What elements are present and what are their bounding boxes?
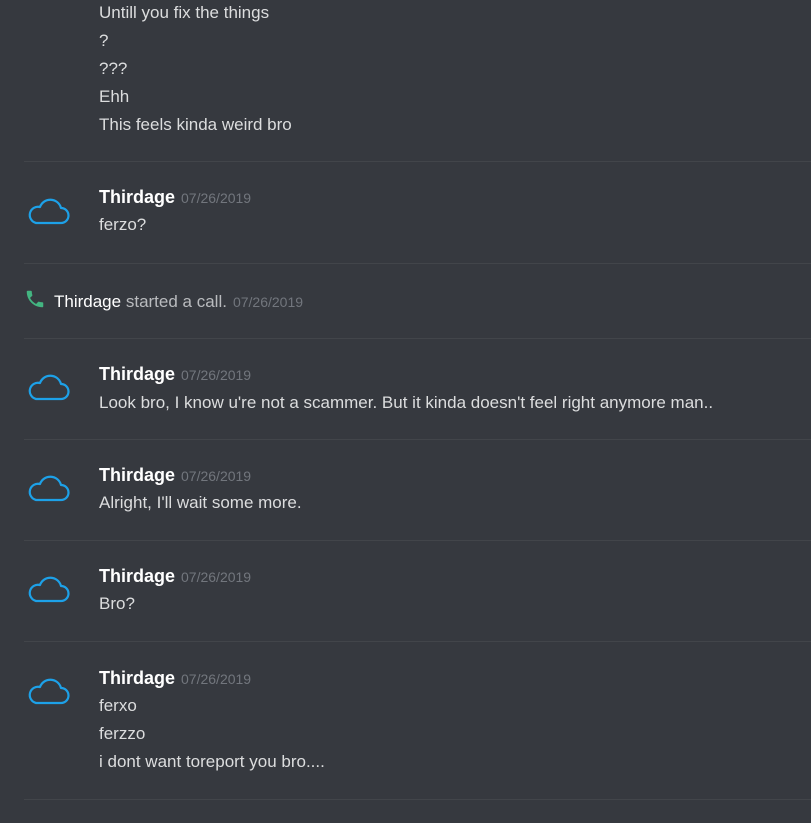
message-line: Untill you fix the things [99, 3, 270, 22]
call-event: Thirdage started a call. 07/26/2019 [24, 288, 303, 317]
message-line: ? [99, 31, 109, 50]
message-line: ferzzo [99, 724, 146, 743]
message-line: ferxo [99, 696, 137, 715]
timestamp: 07/26/2019 [181, 671, 252, 687]
author-name[interactable]: Thirdage [99, 668, 175, 688]
message-header: Thirdage 07/26/2019 [99, 363, 251, 385]
timestamp: 07/26/2019 [181, 190, 252, 206]
message-header: Thirdage 07/26/2019 [99, 464, 251, 486]
message-header: Thirdage 07/26/2019 [99, 667, 251, 689]
message-line: i dont want toreport you bro.... [99, 752, 325, 771]
author-name[interactable]: Thirdage [99, 465, 175, 485]
message-line: Alright, I'll wait some more. [99, 493, 302, 512]
message-line: ??? [99, 59, 128, 78]
cloud-icon[interactable] [27, 574, 71, 604]
cloud-icon[interactable] [27, 473, 71, 503]
timestamp: 07/26/2019 [181, 569, 252, 585]
timestamp: 07/26/2019 [181, 468, 252, 484]
message-line: Ehh [99, 87, 130, 106]
chat-log: Untill you fix the things ? ??? Ehh This… [0, 0, 811, 823]
message-line: This feels kinda weird bro [99, 115, 292, 134]
message-divider [24, 799, 811, 800]
message-divider [24, 439, 811, 440]
call-event-text: started a call. [125, 292, 227, 311]
author-name[interactable]: Thirdage [99, 187, 175, 207]
timestamp: 07/26/2019 [232, 294, 304, 310]
cloud-icon[interactable] [27, 676, 71, 706]
message-line: ferzo? [99, 215, 147, 234]
message-header: Thirdage 07/26/2019 [99, 565, 251, 587]
message-divider [24, 540, 811, 541]
message-line: Bro? [99, 594, 135, 613]
message-divider [24, 338, 811, 339]
cloud-icon[interactable] [27, 196, 71, 226]
author-name[interactable]: Thirdage [99, 364, 175, 384]
message-divider [24, 161, 811, 162]
call-author-name[interactable]: Thirdage [54, 292, 121, 311]
message-header: Thirdage 07/26/2019 [99, 186, 251, 208]
message-divider [24, 263, 811, 264]
phone-icon [24, 288, 46, 317]
message-line: Look bro, I know u're not a scammer. But… [99, 393, 714, 412]
message-divider [24, 641, 811, 642]
author-name[interactable]: Thirdage [99, 566, 175, 586]
timestamp: 07/26/2019 [181, 367, 252, 383]
cloud-icon[interactable] [27, 372, 71, 402]
